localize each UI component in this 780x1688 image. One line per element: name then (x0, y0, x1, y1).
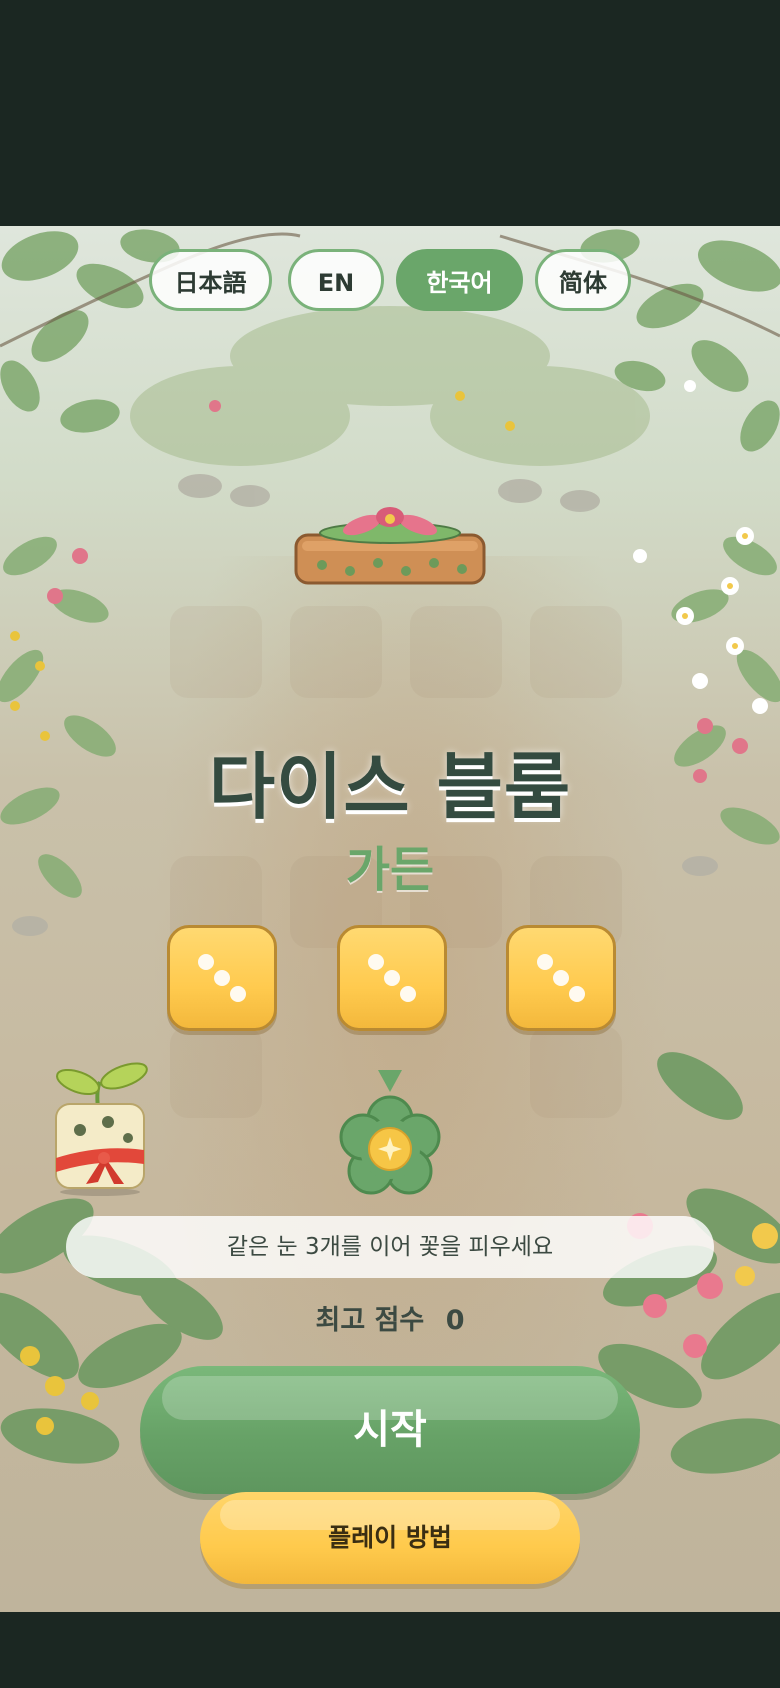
down-arrow-icon (378, 1070, 402, 1092)
instruction-text: 같은 눈 3개를 이어 꽃을 피우세요 (66, 1216, 714, 1278)
flower-icon (339, 1095, 441, 1195)
lang-english-button[interactable]: EN (288, 249, 384, 311)
game-title: 다이스 블룸 (208, 745, 572, 829)
best-score: 최고 점수 0 (0, 1298, 780, 1337)
game-subtitle: 가든 (345, 842, 435, 898)
die (337, 925, 447, 1031)
start-button-label: 시작 (353, 1407, 427, 1453)
best-score-label: 최고 점수 (315, 1305, 425, 1336)
language-selector: 日本語 EN 한국어 简体 (0, 249, 780, 317)
die (167, 925, 277, 1031)
flower-planter-icon (294, 507, 486, 585)
best-score-value: 0 (445, 1305, 465, 1336)
lang-japanese-button[interactable]: 日本語 (149, 249, 272, 311)
die (506, 925, 616, 1031)
start-button[interactable]: 시작 (140, 1366, 640, 1494)
app-screen: 日本語 EN 한국어 简体 다이스 블룸 가든 같은 눈 3개를 이어 꽃을 피… (0, 0, 780, 1688)
sprout-dice-mascot-icon (55, 1062, 148, 1196)
lang-korean-button[interactable]: 한국어 (396, 249, 523, 311)
how-to-play-label: 플레이 방법 (328, 1523, 452, 1552)
lang-chinese-button[interactable]: 简体 (535, 249, 631, 311)
how-to-play-button[interactable]: 플레이 방법 (200, 1492, 580, 1584)
